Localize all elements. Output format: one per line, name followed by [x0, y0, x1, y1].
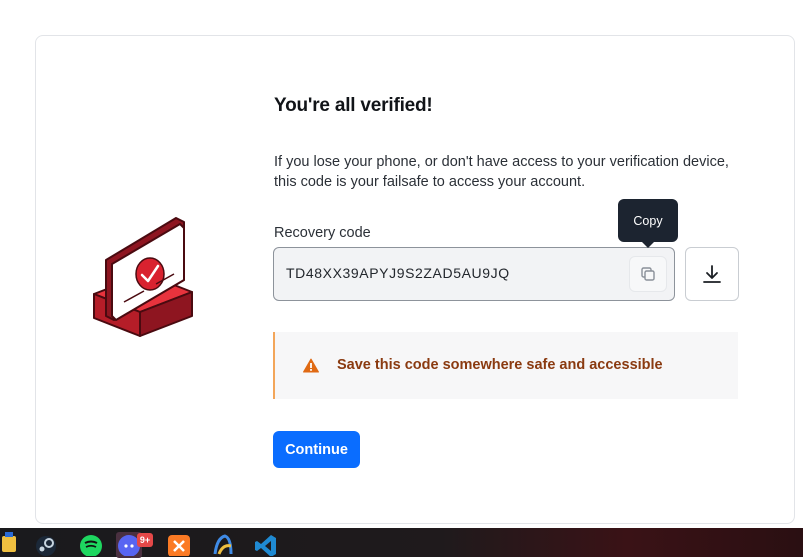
recovery-code-value[interactable]: TD48XX39APYJ9S2ZAD5AU9JQ — [286, 265, 510, 281]
vscode-icon[interactable] — [253, 532, 279, 558]
recovery-code-field[interactable]: TD48XX39APYJ9S2ZAD5AU9JQ — [273, 247, 675, 301]
download-icon — [703, 265, 721, 283]
discord-notification-badge: 9+ — [137, 533, 153, 547]
spotify-icon[interactable] — [78, 532, 104, 558]
recovery-code-label: Recovery code — [274, 225, 371, 241]
warning-alert: Save this code somewhere safe and access… — [273, 332, 738, 399]
page-description: If you lose your phone, or don't have ac… — [274, 154, 729, 190]
copy-icon — [641, 267, 655, 281]
warning-alert-text: Save this code somewhere safe and access… — [337, 357, 663, 373]
app-icon[interactable] — [210, 532, 236, 558]
taskbar-app-icon[interactable] — [0, 532, 22, 558]
verified-device-illustration — [93, 217, 193, 337]
page-title: You're all verified! — [274, 95, 433, 116]
download-button[interactable] — [685, 247, 739, 301]
xampp-icon[interactable] — [166, 532, 192, 558]
taskbar — [0, 528, 803, 558]
warning-icon — [303, 358, 319, 373]
steam-icon[interactable] — [33, 532, 59, 558]
continue-button[interactable]: Continue — [273, 431, 360, 468]
copy-button[interactable] — [629, 256, 667, 292]
copy-tooltip: Copy — [618, 199, 678, 248]
